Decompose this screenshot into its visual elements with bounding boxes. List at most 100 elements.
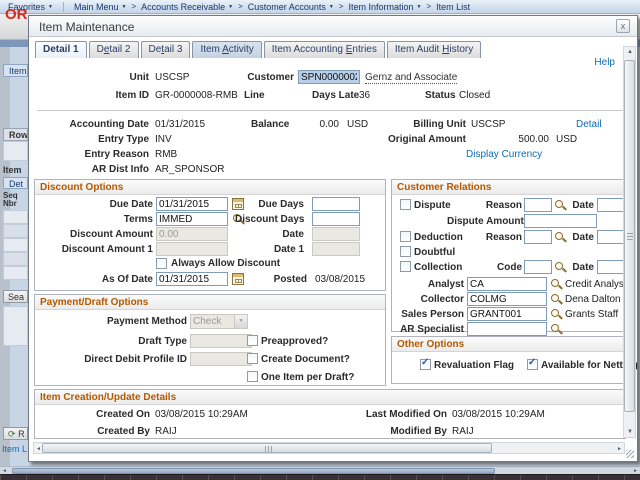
collection-checkbox[interactable] (400, 261, 411, 272)
background-table-row (3, 210, 28, 224)
always-allow-discount-checkbox[interactable] (156, 258, 167, 269)
breadcrumb-label: Item List (436, 2, 470, 12)
background-refresh-button[interactable]: ⟳ R (3, 427, 28, 440)
background-item-list-link[interactable]: Item L (2, 444, 28, 454)
due-date-input[interactable] (156, 197, 228, 211)
deduction-date-input[interactable] (597, 230, 625, 244)
date-input (312, 227, 360, 241)
tab-detail-1[interactable]: Detail 1 (35, 41, 87, 58)
breadcrumb-item-information[interactable]: Item Information ▼ (348, 2, 421, 12)
analyst-lookup-icon[interactable] (550, 278, 562, 290)
discount-amount1-input (156, 242, 228, 256)
last-modified-on-value: 03/08/2015 10:29AM (452, 409, 545, 420)
collection-date-input[interactable] (597, 260, 625, 274)
ar-specialist-lookup-icon[interactable] (550, 323, 562, 335)
page-horizontal-scrollbar[interactable]: ◄ ► (0, 466, 640, 474)
dispute-reason-input[interactable] (524, 198, 552, 212)
background-search-button[interactable]: Sea (3, 290, 28, 303)
due-days-input[interactable] (312, 197, 360, 211)
tab-item-audit-history[interactable]: Item Audit History (387, 41, 481, 58)
background-item-tab[interactable]: Item (3, 64, 28, 77)
create-document-checkbox[interactable] (247, 353, 258, 364)
scroll-right-icon[interactable]: ► (617, 446, 622, 452)
deduction-date-label: Date (570, 232, 594, 243)
terms-label: Terms (65, 214, 153, 225)
help-link[interactable]: Help (594, 57, 615, 68)
terms-input[interactable] (156, 212, 228, 226)
tab-item-accounting-entries[interactable]: Item Accounting Entries (264, 41, 385, 58)
one-item-per-draft-label: One Item per Draft? (261, 372, 354, 383)
dispute-amount-input[interactable] (524, 214, 597, 228)
collection-code-lookup-icon[interactable] (554, 261, 566, 273)
calendar-icon[interactable] (232, 273, 244, 285)
deduction-reason-input[interactable] (524, 230, 552, 244)
display-currency-link[interactable]: Display Currency (466, 149, 542, 160)
one-item-per-draft-checkbox[interactable] (247, 371, 258, 382)
sales-person-input[interactable] (467, 307, 547, 321)
available-for-netting-checkbox[interactable]: ✓ (527, 359, 538, 370)
preapproved-checkbox[interactable] (247, 335, 258, 346)
item-creation-details-header: Item Creation/Update Details (35, 390, 625, 405)
tab-label: Item Accounting (272, 44, 346, 55)
modal-horizontal-scrollbar[interactable]: ◄ ► (33, 442, 625, 454)
scroll-up-icon[interactable]: ▲ (627, 49, 633, 55)
ar-specialist-label: AR Specialist (396, 324, 464, 335)
collection-code-input[interactable] (524, 260, 552, 274)
breadcrumb-accounts-receivable[interactable]: Accounts Receivable ▼ (141, 2, 233, 12)
payment-draft-options-header: Payment/Draft Options (35, 295, 385, 310)
dispute-checkbox[interactable] (400, 199, 411, 210)
modal-vscroll-thumb[interactable] (624, 60, 635, 412)
entry-reason-label: Entry Reason (49, 149, 149, 160)
modal-vertical-scrollbar[interactable]: ▲ ▼ (623, 46, 636, 438)
collector-description: Dena Dalton (565, 294, 621, 305)
breadcrumb-separator: > (131, 2, 136, 11)
dispute-date-input[interactable] (597, 198, 625, 212)
scroll-down-icon[interactable]: ▼ (627, 429, 633, 435)
tab-item-activity[interactable]: Item Activity (192, 41, 261, 58)
modal-hscroll-thumb[interactable] (42, 443, 492, 453)
revaluation-flag-checkbox[interactable]: ✓ (420, 359, 431, 370)
ar-specialist-input[interactable] (467, 322, 547, 336)
breadcrumb-main-menu[interactable]: Main Menu ▼ (74, 2, 126, 12)
resize-grip[interactable] (626, 450, 634, 458)
draft-type-input (190, 334, 252, 348)
detail-link[interactable]: Detail (576, 119, 602, 130)
accounting-date-label: Accounting Date (49, 119, 149, 130)
days-late-value: 36 (359, 90, 370, 101)
collector-input[interactable] (467, 292, 547, 306)
breadcrumb-item-list[interactable]: Item List (436, 2, 470, 12)
customer-relations-groupbox: Customer Relations Dispute Reason Date D… (391, 179, 626, 332)
collection-date-label: Date (570, 262, 594, 273)
breadcrumb-separator: > (426, 2, 431, 11)
dispute-amount-label: Dispute Amount (447, 216, 522, 227)
dispute-reason-label: Reason (482, 200, 522, 211)
close-button[interactable]: x (616, 19, 630, 33)
modified-by-value: RAIJ (452, 426, 474, 437)
sales-person-lookup-icon[interactable] (550, 308, 562, 320)
doubtful-checkbox[interactable] (400, 246, 411, 257)
original-amount-label: Original Amount (381, 134, 466, 145)
as-of-date-input[interactable] (156, 272, 228, 286)
breadcrumb-customer-accounts[interactable]: Customer Accounts ▼ (248, 2, 334, 12)
discount-amount-label: Discount Amount (55, 229, 153, 240)
scroll-left-icon[interactable]: ◄ (36, 446, 41, 452)
customer-input[interactable] (298, 70, 360, 84)
check-icon: ✓ (421, 357, 429, 368)
dispute-reason-lookup-icon[interactable] (554, 199, 566, 211)
background-detail-tab-label: Det (9, 179, 23, 189)
background-detail-tab[interactable]: Det (3, 177, 28, 189)
tab-detail-2[interactable]: Detail 2 (89, 41, 139, 58)
customer-name-link[interactable]: Gernz and Associate (365, 72, 457, 84)
balance-value: 0.00 (299, 119, 339, 130)
analyst-input[interactable] (467, 277, 547, 291)
breadcrumb-label: Accounts Receivable (141, 2, 225, 12)
discount-days-input[interactable] (312, 212, 360, 226)
breadcrumb-label: Item Information (348, 2, 413, 12)
deduction-reason-lookup-icon[interactable] (554, 231, 566, 243)
create-document-label: Create Document? (261, 354, 350, 365)
deduction-checkbox[interactable] (400, 231, 411, 242)
payment-draft-options-groupbox: Payment/Draft Options Payment Method Che… (34, 294, 386, 386)
collector-lookup-icon[interactable] (550, 293, 562, 305)
tab-detail-3[interactable]: Detail 3 (141, 41, 191, 58)
background-table-row (3, 252, 28, 266)
